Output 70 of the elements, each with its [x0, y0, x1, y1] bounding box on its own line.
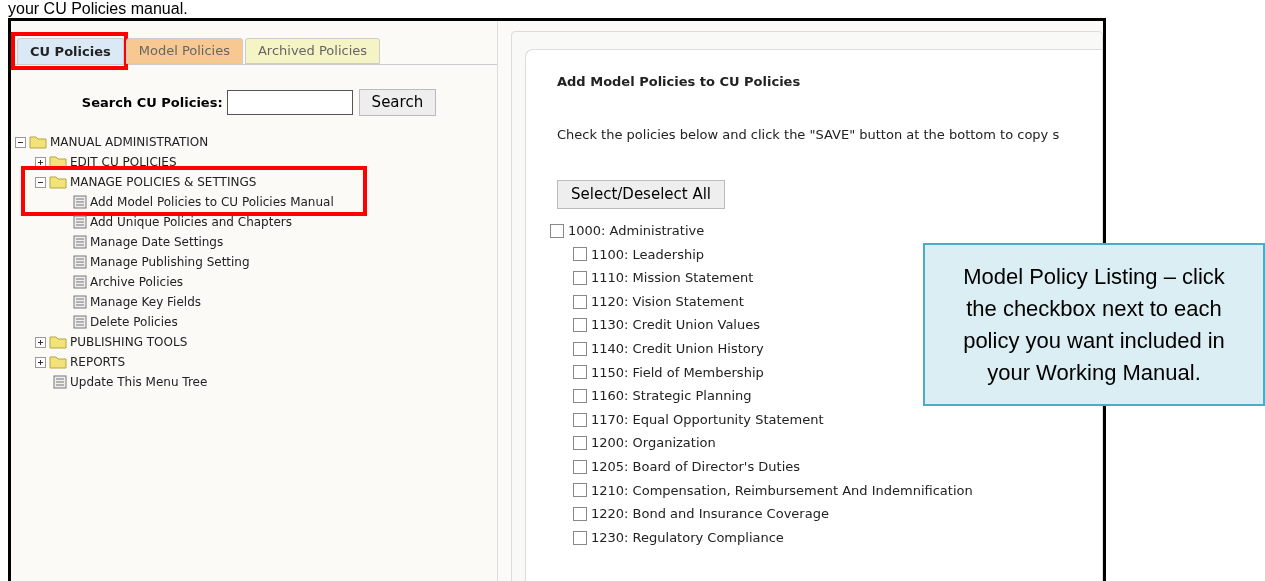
- policy-label: 1160: Strategic Planning: [591, 387, 752, 406]
- policy-label: 1230: Regulatory Compliance: [591, 528, 784, 547]
- document-icon: [73, 255, 87, 269]
- document-icon: [73, 215, 87, 229]
- policy-label: 1205: Board of Director's Duties: [591, 458, 801, 476]
- checkbox[interactable]: [573, 271, 587, 285]
- select-all-button[interactable]: Select/Deselect All: [557, 180, 726, 209]
- tree-item-label[interactable]: Delete Policies: [90, 313, 178, 331]
- document-icon: [73, 295, 87, 309]
- collapse-icon[interactable]: [15, 136, 26, 148]
- instructions-text: Check the policies below and click the "SAVE" button at the bottom to copy s: [557, 125, 1061, 144]
- tree-folder-label[interactable]: MANUAL ADMINISTRATION: [50, 133, 209, 151]
- tab[interactable]: CU Policies: [17, 38, 124, 64]
- policy-label: 1210: Compensation, Reimbursement And Indemnification: [591, 481, 973, 500]
- folder-icon: [49, 335, 67, 349]
- document-icon: [53, 375, 67, 389]
- policy-label: 1150: Field of Membership: [591, 363, 764, 382]
- panel-title: Add Model Policies to CU Policies: [557, 73, 802, 91]
- policy-label: 1220: Bond and Insurance Coverage: [591, 505, 829, 524]
- checkbox[interactable]: [573, 341, 587, 356]
- tree-folder-label[interactable]: EDIT CU POLICIES: [70, 153, 177, 171]
- document-icon: [73, 275, 87, 289]
- policy-label: 1140: Credit Union History: [591, 340, 764, 358]
- expand-icon[interactable]: [35, 156, 46, 168]
- folder-icon: [49, 155, 67, 169]
- checkbox[interactable]: [573, 530, 587, 545]
- callout-box: Model Policy Listing – click the checkbox next to each policy you want included in your Working Manual.: [923, 243, 1265, 406]
- tree-folder-label[interactable]: PUBLISHING TOOLS: [70, 333, 188, 351]
- policy-label: 1110: Mission Statement: [591, 269, 754, 288]
- tab[interactable]: Model Policies: [125, 38, 243, 64]
- tree-item-label[interactable]: Archive Policies: [90, 273, 184, 291]
- checkbox[interactable]: [573, 436, 587, 451]
- checkbox[interactable]: [573, 412, 587, 427]
- search-field[interactable]: [226, 90, 353, 115]
- checkbox[interactable]: [573, 365, 587, 380]
- policy-label: 1200: Organization: [591, 434, 716, 453]
- tree-item-label[interactable]: Manage Key Fields: [90, 293, 201, 311]
- folder-icon: [49, 355, 67, 369]
- folder-icon: [49, 175, 67, 189]
- caption-text: your CU Policies manual.: [7, 0, 189, 18]
- policy-label: 1000: Administrative: [568, 222, 705, 241]
- tree-item-label[interactable]: Manage Publishing Setting: [90, 253, 250, 271]
- checkbox[interactable]: [573, 506, 587, 521]
- document-icon: [73, 195, 87, 209]
- tree-folder-label[interactable]: REPORTS: [70, 353, 125, 371]
- tree-item-label[interactable]: Update This Menu Tree: [70, 373, 208, 391]
- policy-label: 1120: Vision Statement: [591, 292, 744, 311]
- policy-label: 1170: Equal Opportunity Statement: [591, 410, 824, 429]
- document-icon: [73, 315, 87, 329]
- collapse-icon[interactable]: [35, 176, 46, 188]
- tree-item-label[interactable]: Add Model Policies to CU Policies Manual: [90, 193, 334, 211]
- tab[interactable]: Archived Policies: [244, 38, 381, 64]
- search-button[interactable]: Search: [358, 89, 437, 116]
- document-icon: [73, 235, 87, 249]
- folder-icon: [29, 135, 47, 149]
- tree-item-label[interactable]: Add Unique Policies and Chapters: [90, 213, 292, 231]
- policy-label: 1100: Leadership: [591, 245, 705, 264]
- checkbox[interactable]: [573, 483, 587, 498]
- expand-icon[interactable]: [35, 356, 46, 368]
- checkbox[interactable]: [573, 459, 587, 474]
- checkbox[interactable]: [573, 247, 587, 262]
- checkbox[interactable]: [550, 223, 564, 238]
- tree-folder-label[interactable]: MANAGE POLICIES & SETTINGS: [70, 173, 257, 191]
- policy-label: 1130: Credit Union Values: [591, 316, 760, 335]
- checkbox[interactable]: [573, 318, 587, 333]
- checkbox[interactable]: [573, 294, 587, 309]
- expand-icon[interactable]: [35, 336, 46, 348]
- tree-item-label[interactable]: Manage Date Settings: [90, 233, 224, 251]
- search-label: Search CU Policies:: [81, 93, 223, 112]
- checkbox[interactable]: [573, 388, 587, 403]
